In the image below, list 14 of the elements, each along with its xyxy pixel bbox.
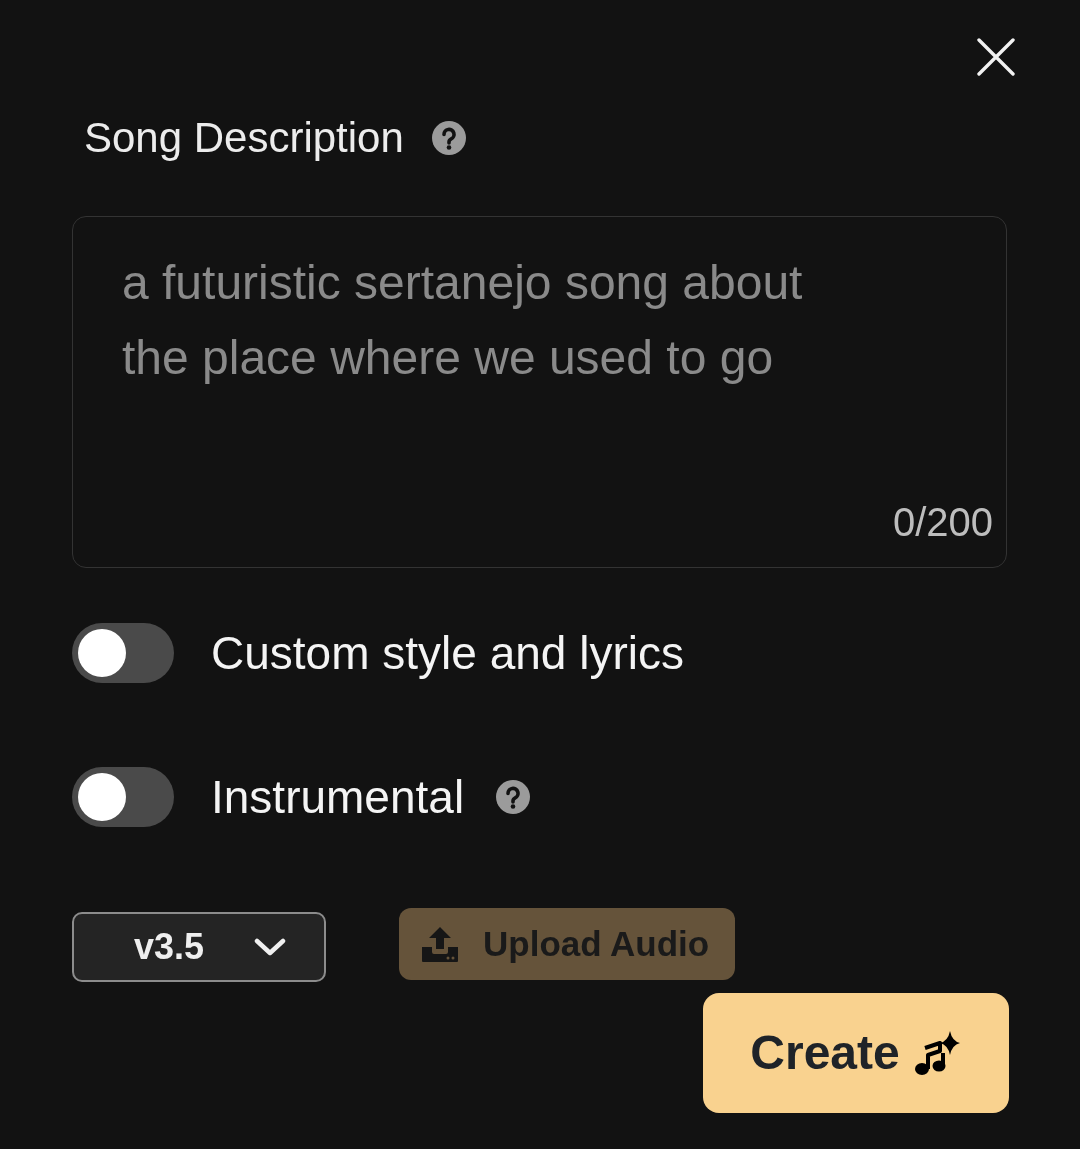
- character-counter: 0/200: [892, 499, 993, 546]
- toggle-label: Instrumental: [211, 770, 465, 824]
- toggle-switch[interactable]: [72, 767, 174, 827]
- toggle-label: Custom style and lyrics: [211, 626, 684, 680]
- help-icon[interactable]: [496, 780, 531, 814]
- field-label: Song Description: [84, 114, 404, 162]
- toggle-switch[interactable]: [72, 623, 174, 683]
- close-button[interactable]: [977, 38, 1015, 76]
- chevron-down-icon: [254, 938, 286, 956]
- help-icon[interactable]: [431, 121, 466, 155]
- create-button[interactable]: Create: [703, 993, 1009, 1113]
- model-select[interactable]: v3.5: [72, 912, 326, 982]
- close-icon: [977, 38, 1015, 76]
- upload-icon: [421, 925, 459, 963]
